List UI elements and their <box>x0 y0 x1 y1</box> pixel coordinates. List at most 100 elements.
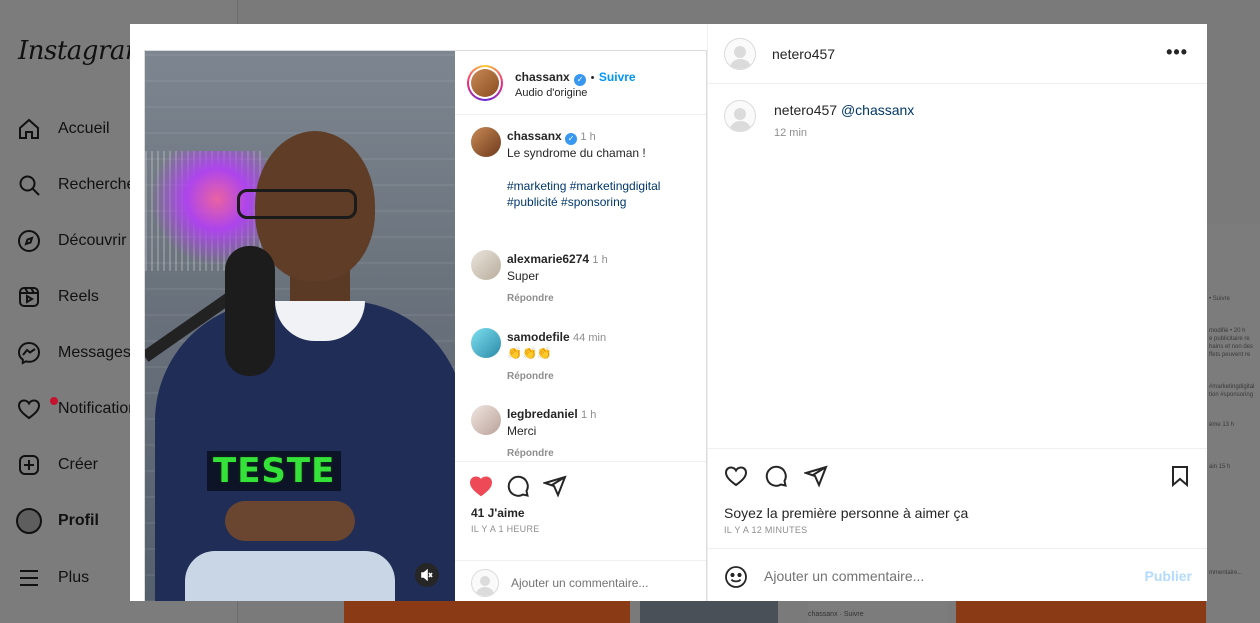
nav-messages[interactable]: Messages <box>16 335 131 371</box>
home-icon <box>16 116 42 142</box>
avatar <box>471 569 499 597</box>
bg-fragment: chassanx <box>808 611 838 618</box>
caption-header: chassanx ✓ 1 h <box>507 128 596 145</box>
more-options-icon[interactable]: ••• <box>1166 42 1188 63</box>
share-icon[interactable] <box>804 464 828 488</box>
video-person-glasses <box>237 189 357 219</box>
separator-dot: • <box>590 72 595 84</box>
reel-sidebar: chassanx ✓ • Suivre Audio d'origine chas… <box>455 51 706 601</box>
bg-fragment: ffets peuvent re <box>1209 352 1251 358</box>
nav-notifications[interactable]: Notifications <box>16 391 145 427</box>
reel-author-line: chassanx ✓ • Suivre <box>515 68 636 86</box>
bg-fragment: hains et non des <box>1209 344 1254 350</box>
nav-label: Découvrir <box>58 232 127 249</box>
audio-label[interactable]: Audio d'origine <box>515 87 587 99</box>
heart-icon <box>16 396 42 422</box>
video-overlay-text: TESTE <box>207 451 342 491</box>
caption-username[interactable]: chassanx <box>507 129 562 143</box>
nav-label: Messages <box>58 344 131 361</box>
background-bottom-strip: chassanx · Suivre <box>238 601 1260 623</box>
reel-video[interactable]: TESTE <box>145 51 455 601</box>
bg-fragment: e publicitaire re <box>1209 336 1250 342</box>
heart-icon[interactable] <box>724 464 748 488</box>
author-username[interactable]: chassanx <box>515 70 570 84</box>
comment-time: 1 h <box>581 409 597 421</box>
nav-home[interactable]: Accueil <box>16 111 110 147</box>
speaker-muted-icon <box>421 569 433 581</box>
bookmark-icon[interactable] <box>1168 464 1192 488</box>
post-author[interactable]: netero457 <box>772 46 835 62</box>
messenger-icon <box>16 340 42 366</box>
follow-button[interactable]: Suivre <box>599 70 636 84</box>
bg-fragment: ème 13 h <box>1209 422 1235 428</box>
emoji-icon[interactable] <box>724 565 748 589</box>
bg-fragment: modifié • 20 h <box>1209 328 1246 334</box>
nav-label: Créer <box>58 456 99 473</box>
nav-create[interactable]: Créer <box>16 447 98 483</box>
reel-comment-bar: Ajouter un commentaire... <box>455 560 706 601</box>
avatar[interactable] <box>471 127 501 157</box>
verified-badge-icon: ✓ <box>565 133 578 145</box>
background-right-column: • Suivre modifié • 20 h e publicitaire r… <box>1207 224 1260 623</box>
bg-fragment: #marketingdigital <box>1209 384 1255 390</box>
nav-profile[interactable]: Profil <box>16 503 99 539</box>
caption-hashtags[interactable]: #publicité #sponsoring <box>507 194 626 210</box>
caption-hashtags[interactable]: #marketing #marketingdigital <box>507 178 660 194</box>
comment-text: Super <box>507 269 540 283</box>
caption-username[interactable]: netero457 <box>774 102 837 118</box>
reel-actions: 41 J'aime IL Y A 1 HEURE Ajouter un comm… <box>455 461 706 601</box>
bg-fragment: Suivre <box>843 611 864 618</box>
author-story-ring[interactable] <box>467 65 503 101</box>
avatar[interactable] <box>471 250 501 280</box>
reply-button[interactable]: Répondre <box>507 293 554 304</box>
nav-search[interactable]: Recherche <box>16 167 135 203</box>
post-actions: Soyez la première personne à aimer ça IL… <box>708 448 1207 548</box>
nav-label: Accueil <box>58 120 110 137</box>
embedded-reel: TESTE chassanx ✓ • Suivre Audio d'origin… <box>144 50 707 601</box>
post-modal: TESTE chassanx ✓ • Suivre Audio d'origin… <box>130 24 1207 601</box>
nav-label: Recherche <box>58 176 136 193</box>
comment-input[interactable]: Ajouter un commentaire... <box>511 576 648 590</box>
bg-tile <box>956 601 1206 623</box>
nav-explore[interactable]: Découvrir <box>16 223 126 259</box>
comment-header: legbredaniel 1 h <box>507 406 596 423</box>
reels-icon <box>16 284 42 310</box>
post-header: netero457 ••• <box>708 24 1207 84</box>
comment-text: Merci <box>507 424 537 438</box>
nav-more[interactable]: Plus <box>16 560 89 596</box>
nav-label: Profil <box>58 512 99 529</box>
reply-button[interactable]: Répondre <box>507 448 554 459</box>
nav-label: Plus <box>58 569 90 586</box>
avatar[interactable] <box>724 100 756 132</box>
plus-square-icon <box>16 452 42 478</box>
profile-avatar-wrap <box>16 508 42 534</box>
avatar <box>471 69 499 97</box>
search-icon <box>16 172 42 198</box>
avatar[interactable] <box>471 405 501 435</box>
comment-username[interactable]: legbredaniel <box>507 407 578 421</box>
mute-button[interactable] <box>415 563 439 587</box>
notification-dot <box>50 397 58 405</box>
nav-reels[interactable]: Reels <box>16 279 99 315</box>
video-person-legs <box>185 551 395 601</box>
reel-header: chassanx ✓ • Suivre Audio d'origine <box>455 51 706 115</box>
comment-username[interactable]: samodefile <box>507 330 570 344</box>
heart-filled-icon[interactable] <box>469 474 493 498</box>
likes-text: Soyez la première personne à aimer ça <box>724 505 969 521</box>
avatar[interactable] <box>471 328 501 358</box>
comment-header: alexmarie6274 1 h <box>507 251 608 268</box>
comment-icon[interactable] <box>506 474 530 498</box>
share-icon[interactable] <box>543 474 567 498</box>
avatar[interactable] <box>724 38 756 70</box>
publish-button[interactable]: Publier <box>1145 568 1192 584</box>
caption-mention[interactable]: @chassanx <box>841 102 914 118</box>
comment-icon[interactable] <box>764 464 788 488</box>
comment-username[interactable]: alexmarie6274 <box>507 252 589 266</box>
post-details: netero457 ••• netero457 @chassanx 12 min… <box>707 24 1207 601</box>
post-age: IL Y A 12 MINUTES <box>724 525 808 535</box>
comment-input[interactable]: Ajouter un commentaire... <box>764 568 924 584</box>
bg-tile: chassanx · Suivre <box>808 601 948 623</box>
likes-count[interactable]: 41 J'aime <box>471 506 525 520</box>
comment-header: samodefile 44 min <box>507 329 606 346</box>
reply-button[interactable]: Répondre <box>507 371 554 382</box>
